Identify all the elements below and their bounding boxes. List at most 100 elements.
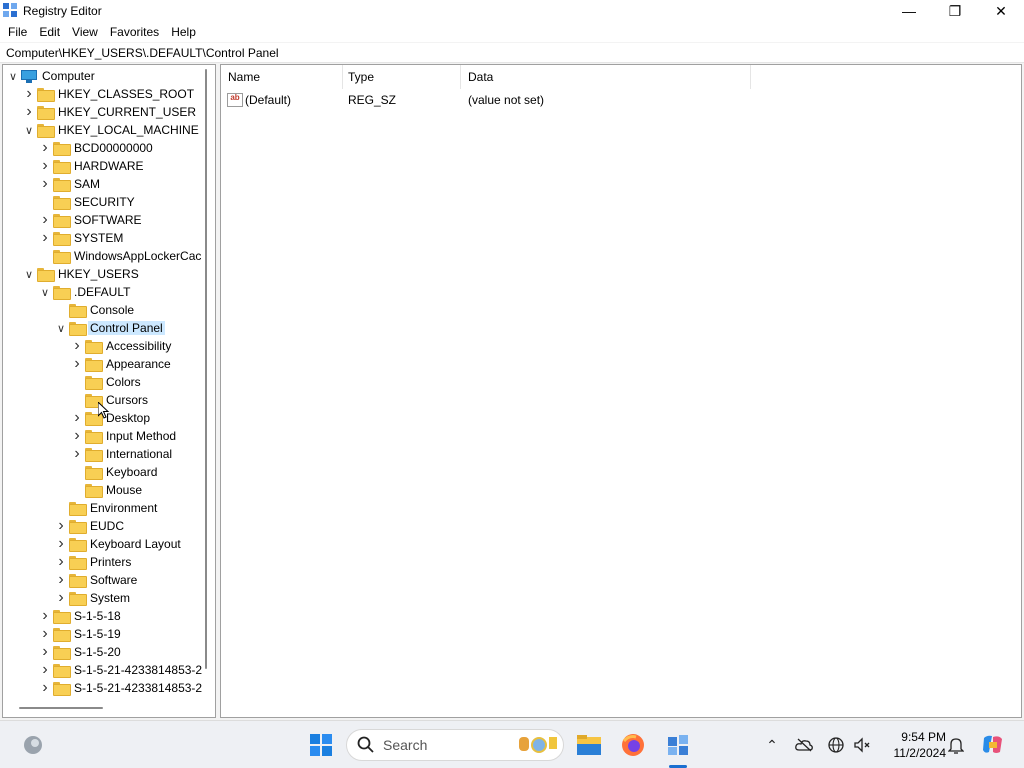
tree-node[interactable]: › S-1-5-21-4233814853-2 xyxy=(39,661,204,679)
clock-date: 11/2/2024 xyxy=(893,746,947,760)
tree-node[interactable]: › HKEY_CLASSES_ROOT xyxy=(23,85,196,103)
registry-editor-taskbar-icon[interactable] xyxy=(662,729,694,761)
registry-editor-icon xyxy=(3,3,19,19)
chevron-right-icon[interactable]: › xyxy=(39,211,51,229)
tree-node[interactable]: Environment xyxy=(55,499,159,517)
column-header-name[interactable]: Name xyxy=(221,65,343,89)
tree-node[interactable]: › S-1-5-19 xyxy=(39,625,123,643)
tree-node[interactable]: Console xyxy=(55,301,136,319)
chevron-right-icon[interactable]: › xyxy=(23,103,35,121)
tree-node[interactable]: › International xyxy=(71,445,174,463)
chevron-right-icon[interactable]: › xyxy=(71,427,83,445)
tree-node[interactable]: › Input Method xyxy=(71,427,178,445)
chevron-right-icon[interactable]: › xyxy=(39,229,51,247)
chevron-right-icon[interactable]: › xyxy=(39,175,51,193)
tree-node[interactable]: ∨ .DEFAULT xyxy=(39,283,132,301)
column-header-data[interactable]: Data xyxy=(461,65,751,89)
file-explorer-icon[interactable] xyxy=(574,729,604,761)
tree-node[interactable]: ∨ Control Panel xyxy=(55,319,165,337)
tree-node[interactable]: › Keyboard Layout xyxy=(55,535,183,553)
tree-node[interactable]: › BCD00000000 xyxy=(39,139,155,157)
chevron-right-icon[interactable]: › xyxy=(39,139,51,157)
tree-node[interactable]: › Printers xyxy=(55,553,133,571)
address-bar[interactable]: Computer\HKEY_USERS\.DEFAULT\Control Pan… xyxy=(0,43,1024,63)
tree-node[interactable]: › S-1-5-21-4233814853-2 xyxy=(39,679,204,697)
firefox-icon[interactable] xyxy=(618,729,648,761)
chevron-right-icon[interactable]: › xyxy=(71,445,83,463)
start-button[interactable] xyxy=(306,729,336,761)
menu-favorites[interactable]: Favorites xyxy=(104,25,165,39)
taskbar-search[interactable]: Search xyxy=(346,729,564,761)
chevron-right-icon[interactable]: › xyxy=(39,661,51,679)
tree-node[interactable]: › SOFTWARE xyxy=(39,211,144,229)
tree-node[interactable]: › Accessibility xyxy=(71,337,173,355)
widgets-icon[interactable] xyxy=(20,729,46,761)
tree-vertical-scrollbar[interactable] xyxy=(205,69,207,669)
tree-node[interactable]: WindowsAppLockerCac xyxy=(39,247,203,265)
string-value-icon: ab xyxy=(227,93,243,107)
tree-node[interactable]: › SYSTEM xyxy=(39,229,125,247)
value-row[interactable]: ab (Default) REG_SZ (value not set) xyxy=(221,91,1021,109)
tree-node[interactable]: ∨ HKEY_USERS xyxy=(23,265,141,283)
chevron-down-icon[interactable]: ∨ xyxy=(23,265,35,283)
onedrive-cloud-icon[interactable] xyxy=(794,733,814,757)
chevron-right-icon[interactable]: › xyxy=(55,589,67,607)
chevron-right-icon[interactable]: › xyxy=(39,625,51,643)
tree-node[interactable]: › Desktop xyxy=(71,409,152,427)
tree-node[interactable]: › HARDWARE xyxy=(39,157,146,175)
menu-edit[interactable]: Edit xyxy=(33,25,66,39)
tree-node[interactable]: › SAM xyxy=(39,175,102,193)
tree-node[interactable]: SECURITY xyxy=(39,193,137,211)
chevron-right-icon[interactable]: › xyxy=(55,517,67,535)
tree-node[interactable]: Mouse xyxy=(71,481,144,499)
tree-node[interactable]: Cursors xyxy=(71,391,150,409)
tree-node[interactable]: › System xyxy=(55,589,132,607)
chevron-right-icon[interactable]: › xyxy=(23,85,35,103)
chevron-down-icon[interactable]: ∨ xyxy=(39,283,51,301)
folder-icon xyxy=(53,610,71,624)
folder-icon xyxy=(85,448,103,462)
tree-node[interactable]: › Software xyxy=(55,571,139,589)
values-pane[interactable]: Name Type Data ab (Default) REG_SZ (valu… xyxy=(220,64,1022,718)
chevron-right-icon[interactable]: › xyxy=(71,355,83,373)
volume-muted-icon[interactable] xyxy=(852,733,872,757)
chevron-right-icon[interactable]: › xyxy=(71,337,83,355)
folder-icon xyxy=(85,340,103,354)
folder-icon xyxy=(37,88,55,102)
tree-node[interactable]: ∨ HKEY_LOCAL_MACHINE xyxy=(23,121,201,139)
minimize-button[interactable]: — xyxy=(886,0,932,22)
taskbar-clock[interactable]: 9:54 PM 11/2/2024 xyxy=(880,729,947,761)
menu-view[interactable]: View xyxy=(66,25,104,39)
chevron-right-icon[interactable]: › xyxy=(55,535,67,553)
tree-node[interactable]: › Appearance xyxy=(71,355,173,373)
chevron-right-icon[interactable]: › xyxy=(39,157,51,175)
chevron-down-icon[interactable]: ∨ xyxy=(55,319,67,337)
close-button[interactable]: ✕ xyxy=(978,0,1024,22)
tree-node[interactable]: › S-1-5-20 xyxy=(39,643,123,661)
tree-node[interactable]: Colors xyxy=(71,373,143,391)
tree-horizontal-scrollbar[interactable] xyxy=(19,707,103,709)
chevron-right-icon[interactable]: › xyxy=(55,553,67,571)
copilot-icon[interactable] xyxy=(980,733,1006,757)
tree-node[interactable]: › EUDC xyxy=(55,517,126,535)
notifications-bell-icon[interactable] xyxy=(946,733,966,757)
chevron-down-icon[interactable]: ∨ xyxy=(7,67,19,85)
tree-node[interactable]: › HKEY_CURRENT_USER xyxy=(23,103,198,121)
tree-node[interactable]: › S-1-5-18 xyxy=(39,607,123,625)
chevron-right-icon[interactable]: › xyxy=(71,409,83,427)
maximize-button[interactable]: ❐ xyxy=(932,0,978,22)
key-tree-pane[interactable]: ∨ Computer › HKEY_CLASSES_ROOT › HKEY_CURRENT… xyxy=(2,64,216,718)
tree-node[interactable]: Keyboard xyxy=(71,463,159,481)
menu-file[interactable]: File xyxy=(2,25,33,39)
column-header-type[interactable]: Type xyxy=(341,65,461,89)
network-globe-icon[interactable] xyxy=(826,733,846,757)
show-hidden-icons-chevron-up-icon[interactable]: ⌃ xyxy=(762,733,782,757)
chevron-right-icon[interactable]: › xyxy=(39,679,51,697)
menu-help[interactable]: Help xyxy=(165,25,202,39)
chevron-right-icon[interactable]: › xyxy=(39,607,51,625)
chevron-down-icon[interactable]: ∨ xyxy=(23,121,35,139)
chevron-right-icon[interactable]: › xyxy=(55,571,67,589)
tree-node[interactable]: ∨ Computer xyxy=(7,67,97,85)
chevron-right-icon[interactable]: › xyxy=(39,643,51,661)
